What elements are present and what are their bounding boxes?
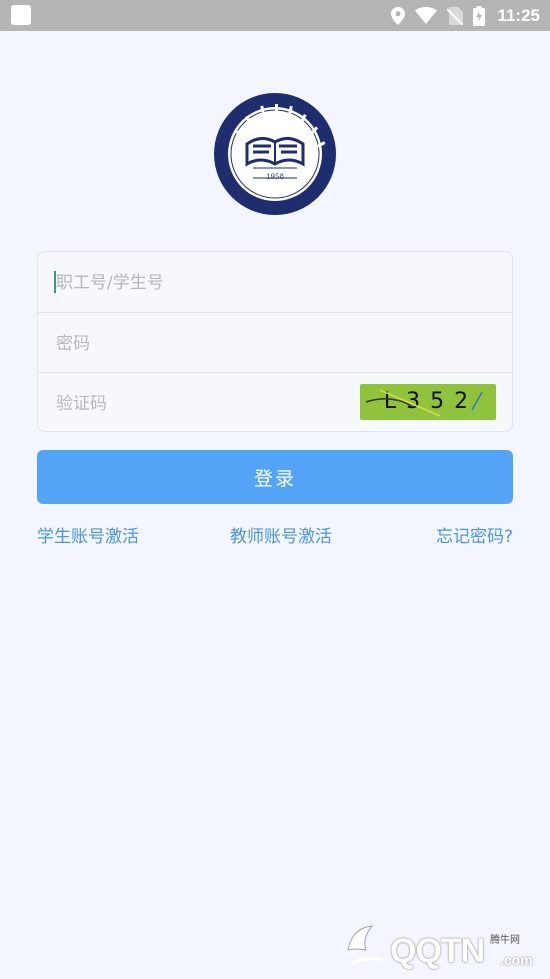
wifi-icon bbox=[415, 7, 438, 24]
app-notification-icon bbox=[11, 5, 31, 25]
battery-charging-icon bbox=[473, 5, 486, 26]
watermark-small-text: 腾牛网 bbox=[490, 935, 520, 946]
watermark: QQTN 腾牛网 .com bbox=[342, 920, 542, 975]
college-logo-emblem bbox=[214, 93, 336, 215]
text-cursor bbox=[54, 271, 56, 293]
watermark-text: QQTN bbox=[390, 932, 485, 970]
status-icons: 11:25 bbox=[391, 0, 540, 31]
college-logo: 1958 bbox=[213, 92, 337, 216]
captcha-noise-lines bbox=[365, 389, 483, 417]
student-activate-link[interactable]: 学生账号激活 bbox=[37, 523, 139, 551]
logo-year: 1958 bbox=[266, 173, 284, 181]
forgot-password-link[interactable]: 忘记密码? bbox=[436, 523, 513, 551]
login-form: L352 bbox=[37, 251, 513, 432]
password-input[interactable] bbox=[54, 313, 358, 375]
login-button[interactable]: 登录 bbox=[37, 450, 513, 504]
id-row bbox=[38, 252, 512, 314]
watermark-logo-icon bbox=[347, 925, 383, 966]
password-row bbox=[38, 312, 512, 375]
status-time: 11:25 bbox=[497, 5, 540, 25]
no-sim-icon bbox=[447, 6, 464, 25]
id-input[interactable] bbox=[54, 252, 358, 314]
captcha-image[interactable]: L352 bbox=[360, 384, 496, 420]
teacher-activate-link[interactable]: 教师账号激活 bbox=[230, 523, 332, 551]
status-bar: 11:25 bbox=[0, 0, 550, 31]
account-links: 学生账号激活 教师账号激活 忘记密码? bbox=[37, 523, 513, 551]
watermark-suffix: .com bbox=[500, 952, 533, 968]
location-icon bbox=[391, 6, 406, 25]
captcha-input[interactable] bbox=[54, 373, 358, 431]
